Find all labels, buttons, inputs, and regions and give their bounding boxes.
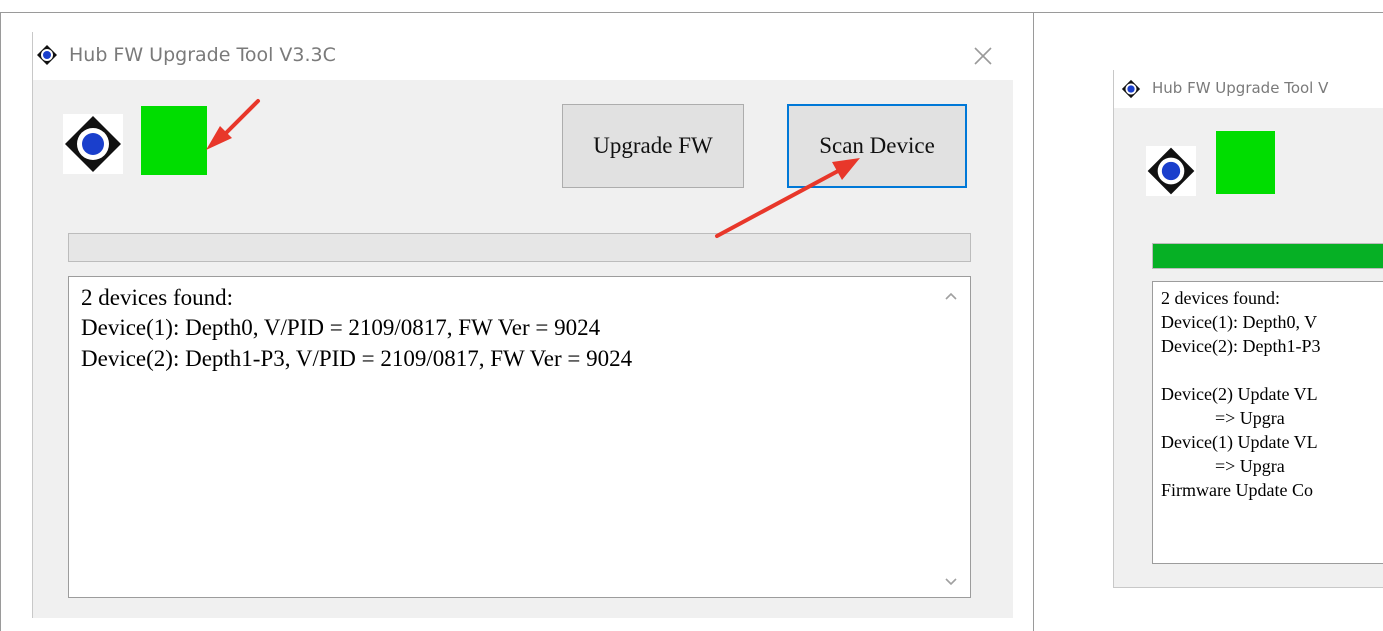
log-line: Device(2): Depth1-P3, V/PID = 2109/0817,…: [81, 346, 633, 371]
tool-window-secondary: Hub FW Upgrade Tool V 2 devices found: D…: [1113, 70, 1383, 588]
scan-device-button[interactable]: Scan Device: [787, 104, 967, 188]
tool-window-main: Hub FW Upgrade Tool V3.3C Upgrade FW Sca…: [32, 32, 1013, 618]
log-line: Firmware Update Co: [1161, 480, 1313, 500]
frame-left-border: [0, 12, 1, 631]
frame-divider: [1033, 12, 1034, 631]
log-line: => Upgra: [1161, 456, 1285, 476]
scroll-up-icon[interactable]: [939, 285, 963, 309]
log-line: Device(2): Depth1-P3: [1161, 336, 1321, 356]
progress-fill: [1153, 244, 1383, 268]
log-output[interactable]: 2 devices found: Device(1): Depth0, V De…: [1152, 281, 1383, 564]
log-line: Device(1): Depth0, V/PID = 2109/0817, FW…: [81, 315, 601, 340]
app-icon: [1121, 79, 1141, 99]
log-line: Device(2) Update VL: [1161, 384, 1318, 404]
status-indicator: [1216, 131, 1275, 194]
close-icon[interactable]: [971, 44, 995, 68]
progress-bar: [68, 233, 971, 262]
log-line: Device(1): Depth0, V: [1161, 312, 1318, 332]
progress-bar: [1152, 243, 1383, 269]
log-line: Device(1) Update VL: [1161, 432, 1318, 452]
title-bar: Hub FW Upgrade Tool V3.3C: [33, 32, 1013, 80]
window-title: Hub FW Upgrade Tool V: [1152, 79, 1329, 97]
title-bar: Hub FW Upgrade Tool V: [1114, 70, 1383, 108]
window-title: Hub FW Upgrade Tool V3.3C: [69, 44, 336, 66]
log-line: 2 devices found:: [81, 285, 234, 310]
scroll-down-icon[interactable]: [939, 569, 963, 593]
frame-top-border: [0, 12, 1383, 13]
log-line: => Upgra: [1161, 408, 1285, 428]
upgrade-fw-button[interactable]: Upgrade FW: [562, 104, 744, 188]
log-line: 2 devices found:: [1161, 288, 1280, 308]
app-logo-icon: [63, 114, 123, 174]
log-output[interactable]: 2 devices found: Device(1): Depth0, V/PI…: [68, 276, 971, 598]
app-icon: [37, 45, 57, 65]
status-indicator: [141, 106, 207, 175]
app-logo-icon: [1146, 146, 1196, 196]
